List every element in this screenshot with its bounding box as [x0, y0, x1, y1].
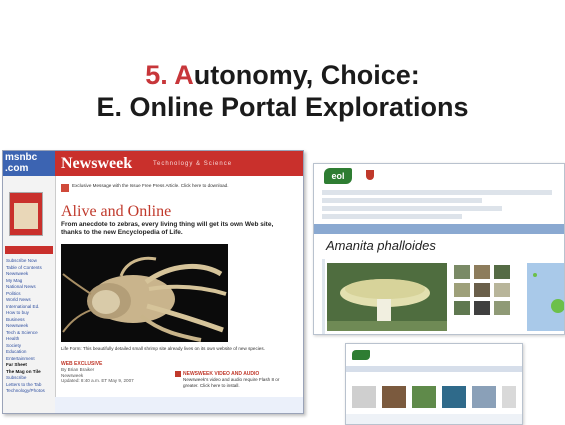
slide-title-line1: 5. Autonomy, Choice: [0, 60, 565, 91]
pdf-icon [61, 184, 69, 192]
newsweek-logo: Newsweek [61, 155, 133, 172]
byline-date: Updated: 8:40 a.m. ET May 9, 2007 [61, 378, 134, 383]
msnbc-logo-line2: .com [5, 163, 29, 174]
photo-caption: Life Form: This beautifully detailed sma… [61, 346, 265, 351]
notice-text[interactable]: Exclusive Message with the Issue Free Pr… [72, 183, 262, 189]
newsweek-header: Newsweek Technology & Science [55, 151, 303, 176]
nav-list: Subscribe Now Table of Contents Newsweek My… [6, 258, 53, 395]
harvard-shield-icon [366, 170, 374, 180]
byline: WEB EXCLUSIVE By Brian Braiker Newsweek … [61, 361, 171, 384]
video-audio-text[interactable]: Newsweek's video and audio require Flash… [183, 377, 293, 388]
eol-footer [346, 414, 522, 424]
notice: Exclusive Message with the Issue Free Pr… [61, 183, 261, 195]
nav-item[interactable]: Technology/Photos [6, 388, 53, 395]
result-thumb[interactable] [382, 386, 406, 408]
title-line1-rest: utonomy, Choice: [193, 60, 420, 90]
newsweek-section: Technology & Science [153, 161, 233, 167]
title-first-letter: A [174, 60, 194, 90]
footer-strip [55, 397, 303, 413]
eol-search-screenshot [345, 343, 523, 425]
article-headline: Alive and Online [61, 203, 172, 220]
result-thumb[interactable] [472, 386, 496, 408]
video-icon [175, 371, 181, 377]
eol-side-panel [322, 259, 325, 334]
eol-main-content [322, 259, 564, 334]
eol-logo[interactable]: eol [324, 168, 352, 184]
article-deck: From anecdote to zebras, every living th… [61, 221, 274, 236]
result-thumb[interactable] [442, 386, 466, 408]
map-marker-small [533, 273, 537, 277]
map-marker [551, 299, 564, 313]
result-thumb[interactable] [502, 386, 516, 408]
nav-section-header [5, 246, 53, 254]
thumbnail-grid [454, 265, 514, 331]
mushroom-photo[interactable] [327, 263, 447, 331]
slide: 5. Autonomy, Choice: E. Online Portal Ex… [0, 0, 565, 425]
eol-species-screenshot: eol Amanita phalloides [313, 163, 565, 335]
result-thumb[interactable] [412, 386, 436, 408]
title-number: 5. [145, 60, 175, 90]
msnbc-logo: msnbc .com [3, 151, 55, 176]
eol-nav-bar [314, 224, 564, 234]
slide-title-line2: E. Online Portal Explorations [96, 92, 469, 122]
species-title: Amanita phalloides [326, 238, 436, 253]
video-audio-box: NEWSWEEK VIDEO AND AUDIO Newsweek's vide… [175, 371, 293, 388]
eol-menu-row [322, 214, 462, 219]
eol-menu-bar [346, 366, 522, 372]
shrimp-photo [61, 244, 228, 342]
eol-menu-row [322, 190, 552, 195]
newsweek-screenshot: msnbc .com Newsweek Technology & Science… [2, 150, 304, 414]
eol-logo-small[interactable] [352, 350, 370, 360]
left-navigation: Subscribe Now Table of Contents Newsweek My… [3, 176, 56, 413]
map-panel[interactable] [527, 263, 564, 331]
msnbc-logo-line1: msnbc [5, 152, 38, 163]
result-thumb[interactable] [352, 386, 376, 408]
magazine-cover-image[interactable] [9, 192, 43, 236]
eol-menu-row [322, 206, 502, 211]
eol-menu-row [322, 198, 482, 203]
